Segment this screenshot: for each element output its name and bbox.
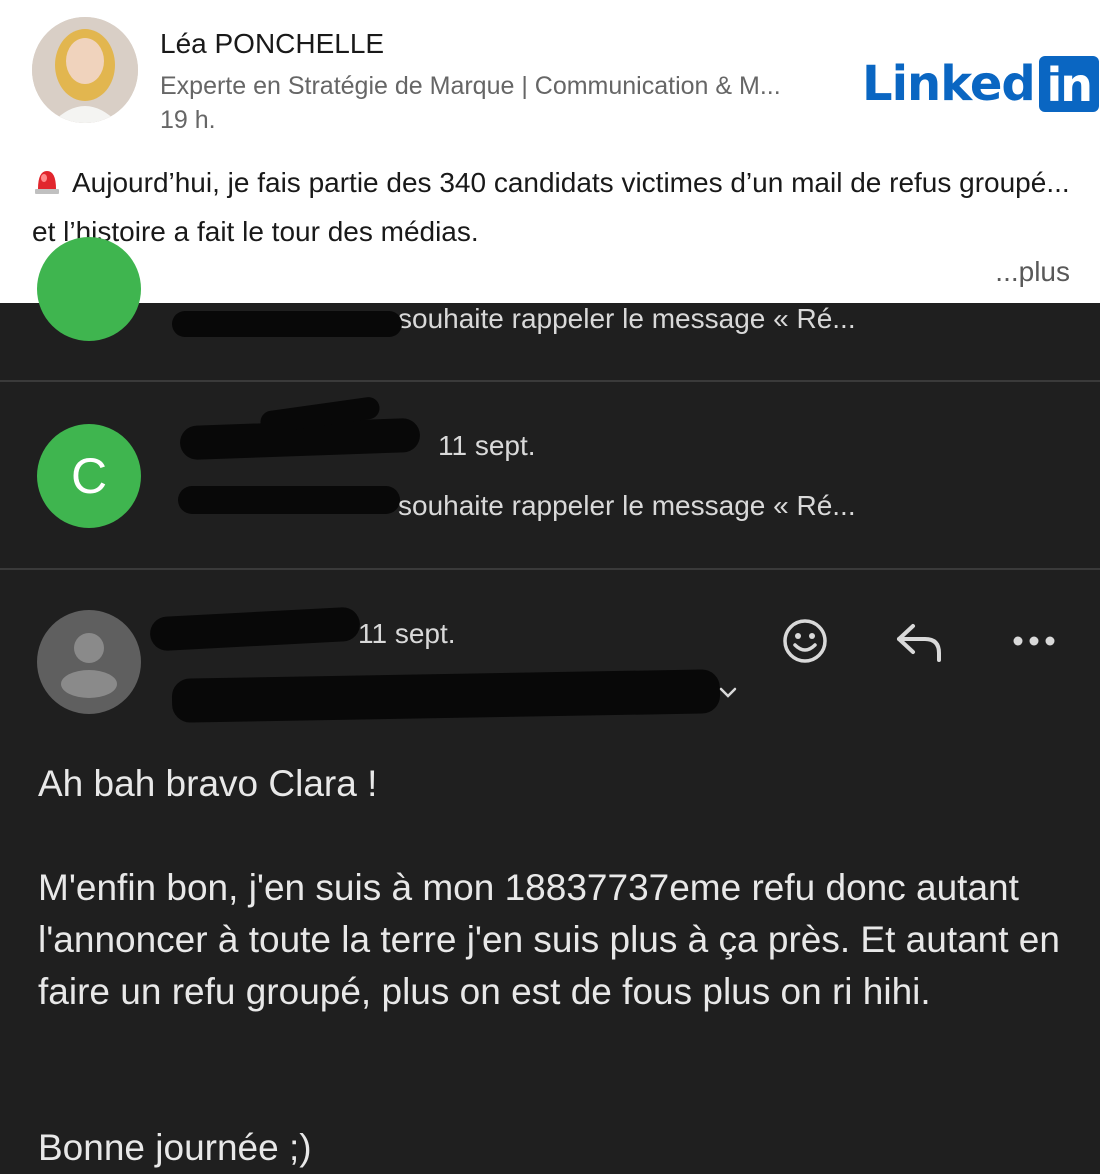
author-avatar[interactable]	[32, 17, 138, 123]
redaction-mark	[149, 606, 361, 652]
linkedin-logo: Linked in	[862, 56, 1099, 112]
author-name[interactable]: Léa PONCHELLE	[160, 28, 384, 60]
message-greeting: Ah bah bravo Clara !	[38, 763, 378, 804]
email-date: 11 sept.	[358, 618, 456, 649]
sender-avatar	[37, 610, 141, 714]
email-preview: souhaite rappeler le message « Ré...	[398, 303, 856, 334]
post-text-content: Aujourd’hui, je fais partie des 340 cand…	[32, 167, 1070, 247]
message-signoff: Bonne journée ;)	[38, 1127, 312, 1168]
linkedin-post-header: Léa PONCHELLE Experte en Stratégie de Ma…	[0, 0, 1100, 303]
sender-avatar	[37, 237, 141, 341]
reply-icon[interactable]	[895, 622, 943, 667]
linkedin-logo-word: Linked	[862, 56, 1036, 112]
person-icon	[61, 633, 117, 698]
author-photo	[32, 17, 138, 123]
email-list-item[interactable]: C 11 sept. souhaite rappeler le message …	[0, 382, 1100, 568]
sender-avatar: C	[37, 424, 141, 528]
open-email-message: 11 sept. Ah bah bravo Clara ! M'enfin bo…	[0, 570, 1100, 1169]
more-icon[interactable]	[1012, 634, 1056, 653]
redaction-mark	[171, 669, 721, 723]
author-headline: Experte en Stratégie de Marque | Communi…	[160, 72, 781, 100]
post-timestamp: 19 h.	[160, 106, 216, 134]
message-paragraph: M'enfin bon, j'en suis à mon 18837737eme…	[38, 867, 1060, 1012]
email-preview: souhaite rappeler le message « Ré...	[398, 490, 856, 521]
email-list-item[interactable]: souhaite rappeler le message « Ré...	[0, 237, 1100, 381]
emoji-icon[interactable]	[782, 618, 828, 669]
post-text: Aujourd’hui, je fais partie des 340 cand…	[32, 160, 1072, 255]
linkedin-logo-box: in	[1038, 56, 1099, 112]
redaction-mark	[178, 486, 400, 514]
siren-icon	[32, 163, 62, 209]
redaction-mark	[172, 311, 402, 337]
see-more-link[interactable]: ...plus	[995, 256, 1070, 288]
email-date: 11 sept.	[438, 430, 536, 461]
chevron-down-icon[interactable]	[718, 686, 738, 705]
